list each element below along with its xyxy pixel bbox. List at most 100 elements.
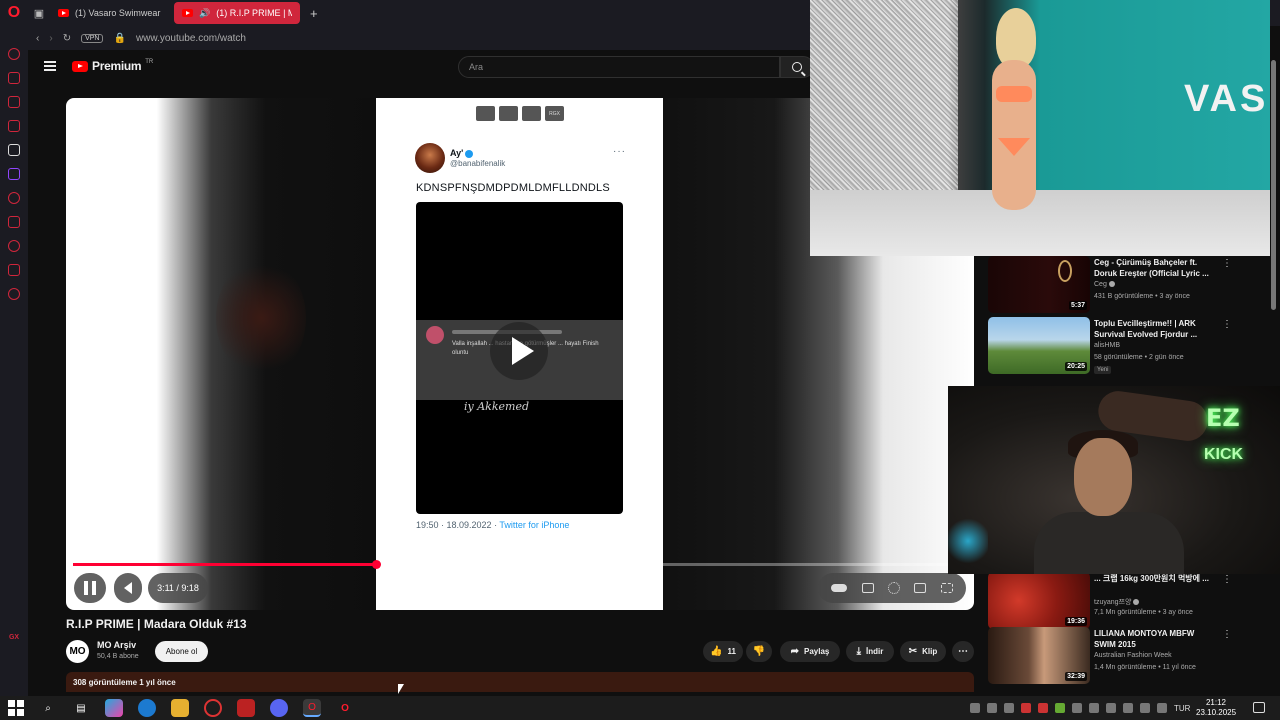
recommended-item[interactable]: 5:37 Ceg - Çürümüş Bahçeler ft. Doruk Er…	[988, 256, 1268, 314]
progress-bar[interactable]	[73, 560, 967, 569]
gx-control-icon[interactable]	[8, 48, 20, 60]
url-field[interactable]: www.youtube.com/watch	[136, 33, 246, 44]
clip-button[interactable]: ✂ Klip	[900, 641, 946, 662]
app-tray-icon[interactable]	[1089, 703, 1099, 713]
tab-rip-prime[interactable]: 🔊 (1) R.I.P PRIME | Mada	[174, 2, 300, 24]
autoplay-toggle-icon[interactable]	[831, 584, 848, 592]
copilot-icon[interactable]	[105, 699, 123, 717]
fullscreen-icon[interactable]	[940, 583, 953, 593]
search-input[interactable]: Ara	[458, 56, 780, 78]
settings-gear-icon[interactable]	[887, 582, 900, 594]
play-icon	[490, 322, 548, 380]
webcam-body	[1034, 512, 1184, 574]
like-button[interactable]: 👍 11	[703, 641, 743, 662]
forward-icon[interactable]: ›	[49, 33, 52, 44]
recommended-item[interactable]: 20:25 Toplu Evcilleştirme!! | ARK Surviv…	[988, 317, 1268, 375]
tab-overview-icon[interactable]: ▣	[28, 7, 50, 20]
tweet-text: KDNSPFNŞDMDPDMLDMFLLDNDLS	[416, 182, 610, 194]
app-tray-icon[interactable]	[1072, 703, 1082, 713]
microphone-icon[interactable]	[1106, 703, 1116, 713]
ext-pip-button[interactable]	[476, 106, 495, 121]
ext-copy-button[interactable]	[499, 106, 518, 121]
speaker-icon[interactable]	[1157, 703, 1167, 713]
kebab-menu-icon[interactable]: ⋮	[1222, 258, 1232, 269]
clock-icon[interactable]	[8, 240, 20, 252]
duration-badge: 20:25	[1065, 362, 1087, 371]
voicemeeter-icon[interactable]	[237, 699, 255, 717]
volume-button[interactable]	[114, 573, 142, 603]
player-icon[interactable]	[8, 144, 20, 156]
dislike-button[interactable]: 👎	[746, 641, 772, 662]
network-icon[interactable]	[1140, 703, 1150, 713]
scrubber-handle[interactable]	[372, 560, 382, 569]
thumbnail[interactable]: 5:37	[988, 256, 1090, 313]
download-icon: ⤓	[856, 646, 862, 657]
steam-icon[interactable]	[987, 703, 997, 713]
youtube-logo[interactable]: Premium TR	[72, 59, 153, 73]
menu-icon[interactable]	[44, 61, 56, 71]
scissors-icon: ✂	[908, 646, 918, 657]
page-scrollbar[interactable]	[1270, 40, 1278, 690]
reload-icon[interactable]: ↻	[63, 33, 71, 44]
messenger-icon[interactable]	[8, 96, 20, 108]
share-button[interactable]: ➦ Paylaş	[780, 641, 840, 662]
kebab-menu-icon[interactable]: ⋮	[1222, 319, 1232, 330]
start-icon[interactable]	[8, 700, 24, 716]
extensions-icon[interactable]	[8, 264, 20, 276]
share-label: Paylaş	[804, 647, 830, 656]
back-icon[interactable]: ‹	[36, 33, 39, 44]
search-icon[interactable]: ⌕	[39, 699, 57, 717]
new-tab-button[interactable]: +	[304, 6, 324, 21]
discord-tray-icon[interactable]	[1004, 703, 1014, 713]
thumbnail[interactable]: 32:39	[988, 627, 1090, 684]
vpn-badge[interactable]: VPN	[81, 33, 104, 43]
thumbnail[interactable]: 19:36	[988, 572, 1090, 629]
opera-logo-icon[interactable]: O	[0, 0, 28, 26]
pause-button[interactable]	[74, 573, 106, 603]
twitch-icon[interactable]	[8, 168, 20, 180]
webcam-overlay[interactable]: EZ KICK	[948, 386, 1280, 574]
app-tray-icon[interactable]	[1021, 703, 1031, 713]
bookmark-icon[interactable]	[8, 216, 20, 228]
mail-icon[interactable]	[8, 120, 20, 132]
share-icon: ➦	[790, 646, 800, 657]
more-actions-button[interactable]: ⋯	[952, 641, 974, 662]
pip-video-runway[interactable]: VAS	[810, 0, 1270, 256]
chrome-icon[interactable]	[204, 699, 222, 717]
search-button[interactable]	[780, 56, 814, 78]
task-view-icon[interactable]: ▤	[72, 699, 90, 717]
app-tray-icon[interactable]	[1038, 703, 1048, 713]
kebab-menu-icon[interactable]: ⋮	[1222, 629, 1232, 640]
taskbar-clock[interactable]: 21:12 23.10.2025	[1196, 698, 1236, 718]
bag-icon[interactable]	[8, 72, 20, 84]
description-box[interactable]: 308 görüntüleme 1 yıl önce	[66, 672, 974, 692]
history-icon[interactable]	[8, 192, 20, 204]
recommended-item[interactable]: 32:39 LILIANA MONTOYA MBFW SWIM 2015 Aus…	[988, 627, 1268, 685]
notification-icon[interactable]	[1253, 702, 1265, 713]
thumbnail[interactable]: 20:25	[988, 317, 1090, 374]
ext-rgx-button[interactable]: RGX	[545, 106, 564, 121]
subscribe-button[interactable]: Abone ol	[155, 641, 208, 662]
language-indicator[interactable]: TUR	[1174, 704, 1190, 713]
edge-icon[interactable]	[138, 699, 156, 717]
ext-skip-button[interactable]	[522, 106, 541, 121]
theater-mode-icon[interactable]	[914, 583, 927, 593]
opera-icon[interactable]: O	[336, 699, 354, 717]
tab-vasaro[interactable]: (1) Vasaro Swimwear Fas	[50, 2, 170, 24]
kebab-menu-icon[interactable]: ⋮	[1222, 574, 1232, 585]
nvidia-icon[interactable]	[1055, 703, 1065, 713]
rec-views: 7,1 Mn görüntüleme • 3 ay önce	[1094, 609, 1193, 616]
settings-icon[interactable]	[8, 288, 20, 300]
subtitles-icon[interactable]	[861, 583, 874, 593]
keyboard-icon[interactable]	[970, 703, 980, 713]
opera-gx-icon[interactable]: O	[303, 699, 321, 717]
channel-avatar[interactable]: MO	[66, 640, 89, 663]
recommended-item[interactable]: 19:36 ... 크랩 16kg 300만원치 먹방에 ... tzuyang…	[988, 572, 1268, 630]
scrollbar-thumb[interactable]	[1271, 60, 1276, 310]
channel-name[interactable]: MO Arşiv	[97, 640, 136, 650]
app-tray-icon[interactable]	[1123, 703, 1133, 713]
download-button[interactable]: ⤓ İndir	[846, 641, 894, 662]
lock-icon[interactable]: 🔒	[113, 33, 125, 44]
file-explorer-icon[interactable]	[171, 699, 189, 717]
discord-icon[interactable]	[270, 699, 288, 717]
